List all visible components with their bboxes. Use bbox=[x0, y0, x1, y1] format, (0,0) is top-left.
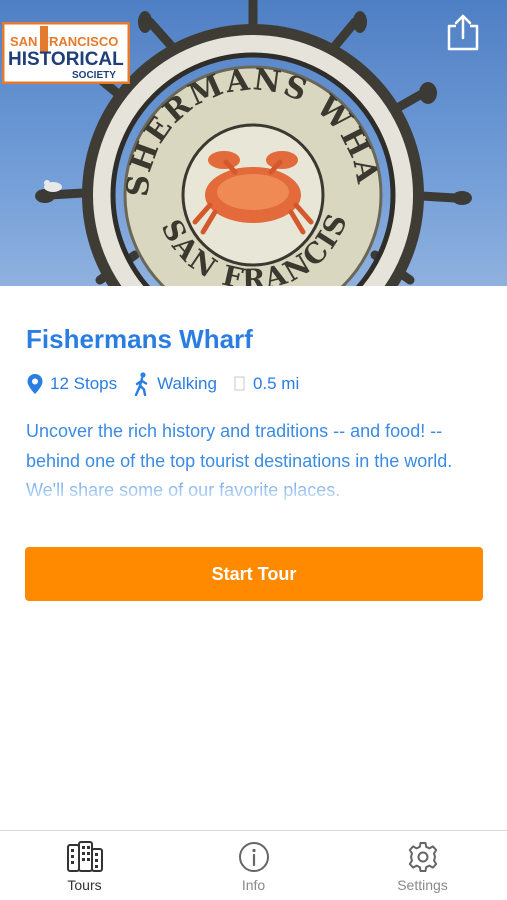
stops-info: 12 Stops bbox=[26, 373, 117, 395]
hero-image: FISHERMANS WHARF OF SAN FRANCISCO SAN FR… bbox=[0, 0, 507, 286]
tab-bar: Tours Info Settings bbox=[0, 830, 507, 900]
distance-icon bbox=[234, 376, 245, 391]
svg-text:SAN FRANCISCO: SAN FRANCISCO bbox=[10, 34, 118, 49]
description-fade bbox=[26, 471, 484, 506]
svg-text:HISTORICAL: HISTORICAL bbox=[8, 49, 124, 70]
tab-label-tours: Tours bbox=[67, 877, 102, 893]
tab-settings[interactable]: Settings bbox=[338, 831, 507, 900]
share-button[interactable] bbox=[444, 12, 482, 52]
travel-mode: Walking bbox=[157, 374, 217, 393]
tab-label-info: Info bbox=[241, 877, 266, 893]
historical-society-logo: SAN FRANCISCO HISTORICAL SOCIETY bbox=[2, 22, 130, 84]
share-icon bbox=[447, 14, 479, 51]
mode-info: Walking bbox=[133, 372, 217, 396]
start-tour-button[interactable]: Start Tour bbox=[25, 547, 483, 601]
stops-count: 12 Stops bbox=[50, 374, 118, 393]
tab-info[interactable]: Info bbox=[169, 831, 338, 900]
svg-text:SOCIETY: SOCIETY bbox=[72, 70, 116, 81]
map-pin-icon bbox=[27, 374, 43, 394]
tab-tours[interactable]: Tours bbox=[0, 831, 169, 900]
tour-title: Fishermans Wharf bbox=[26, 324, 253, 354]
walking-icon bbox=[134, 372, 148, 396]
tour-distance: 0.5 mi bbox=[252, 374, 300, 393]
buildings-icon bbox=[66, 841, 103, 872]
tour-meta: 12 Stops Walking 0.5 mi bbox=[26, 372, 315, 396]
distance-info: 0.5 mi bbox=[233, 374, 299, 394]
tab-label-settings: Settings bbox=[397, 877, 448, 893]
gear-icon bbox=[408, 842, 437, 872]
info-icon bbox=[238, 842, 269, 872]
